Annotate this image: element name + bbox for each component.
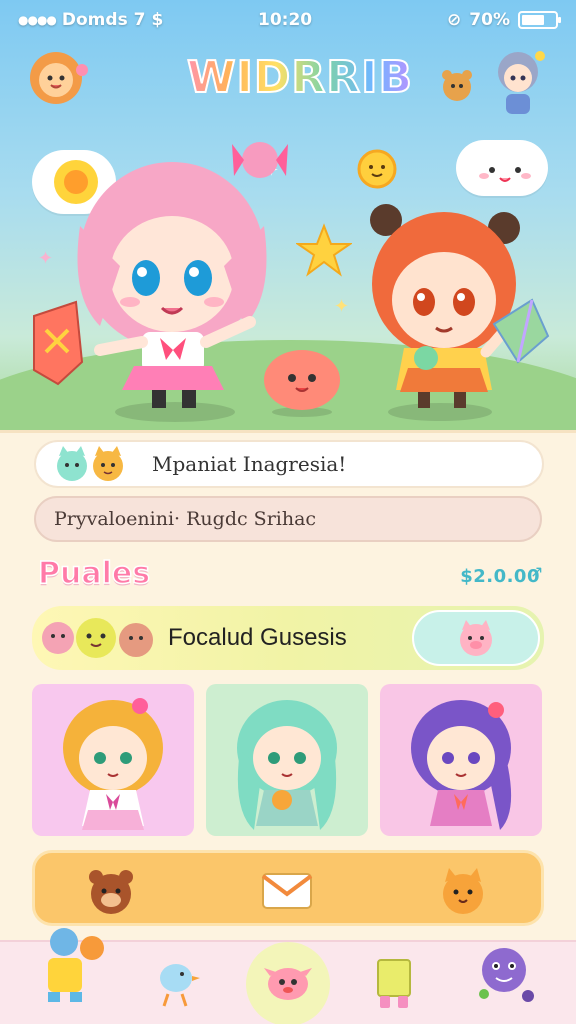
gem-shard-icon bbox=[492, 298, 550, 364]
battery-percent: 70% bbox=[469, 10, 510, 30]
character-card[interactable] bbox=[206, 684, 368, 836]
status-bar: ●●●● Domds 7 $ 10:20 ⊘ 70% bbox=[0, 0, 576, 40]
search-field[interactable]: Pryvaloenini· Rugdc Srihac bbox=[34, 496, 542, 542]
location-icon: ⊘ bbox=[447, 10, 462, 30]
purple-hair-girl-character bbox=[411, 700, 512, 830]
featured-action-button[interactable] bbox=[412, 610, 540, 666]
carrier-label: Domds 7 bbox=[61, 10, 146, 30]
critter-group-icon bbox=[42, 618, 153, 658]
star-icon bbox=[296, 223, 352, 277]
bear-cub-icon bbox=[442, 70, 472, 101]
smiling-cloud-icon bbox=[479, 167, 531, 182]
featured-label: Focalud Gusesis bbox=[168, 624, 347, 651]
sparkle-icon: ✦ bbox=[38, 248, 54, 269]
mint-hair-girl-character bbox=[237, 700, 337, 830]
currency-icon: $ bbox=[151, 10, 164, 30]
action-cat-button[interactable] bbox=[433, 861, 493, 921]
signal-icon: ●●●● bbox=[18, 13, 57, 27]
logo-text: WIDRRIB bbox=[180, 51, 420, 112]
tab-bird[interactable] bbox=[138, 944, 214, 1020]
action-bear-button[interactable] bbox=[81, 861, 141, 921]
announcement-banner[interactable]: Mpaniat Inagresia! bbox=[34, 440, 544, 488]
lion-mascot-icon bbox=[30, 52, 88, 104]
arrow-icon: ↗ bbox=[530, 562, 544, 581]
action-mail-button[interactable] bbox=[257, 861, 317, 921]
mail-envelope-icon bbox=[261, 873, 313, 909]
pink-hair-girl-character[interactable] bbox=[60, 136, 290, 426]
bird-icon bbox=[160, 964, 200, 1007]
price-label: $2.0.00 bbox=[460, 566, 540, 587]
character-card[interactable] bbox=[32, 684, 194, 836]
tab-monster[interactable] bbox=[470, 936, 546, 1012]
section-title: Puales bbox=[37, 555, 151, 592]
fluffy-creature-icon bbox=[264, 350, 340, 417]
pig-icon bbox=[460, 620, 492, 656]
pet-creature-icon bbox=[264, 968, 312, 1000]
flag-icon bbox=[33, 300, 84, 386]
sparkle-icon: ✦ bbox=[334, 296, 350, 317]
bear-face-icon bbox=[89, 870, 133, 914]
featured-row[interactable]: Focalud Gusesis bbox=[32, 606, 544, 670]
battery-icon bbox=[518, 11, 561, 29]
character-card[interactable] bbox=[380, 684, 542, 836]
blonde-girl-character bbox=[63, 698, 163, 830]
chibi-boy-icon bbox=[498, 51, 545, 114]
battery-fill bbox=[522, 15, 545, 25]
action-bar bbox=[32, 850, 544, 926]
tab-home[interactable] bbox=[34, 926, 110, 1002]
banner-text: Mpaniat Inagresia! bbox=[152, 452, 347, 476]
tab-pet[interactable] bbox=[250, 944, 326, 1020]
gift-box-icon bbox=[377, 959, 411, 1008]
monster-icon bbox=[479, 948, 534, 1002]
cat-face-icon bbox=[443, 868, 483, 914]
tab-gift[interactable] bbox=[356, 944, 432, 1020]
sun-face-icon bbox=[357, 149, 397, 189]
game-logo: WIDRRIB bbox=[172, 48, 428, 118]
hero-scene: ✦ ✦ ✦ WIDRRIB bbox=[0, 0, 576, 432]
search-text: Pryvaloenini· Rugdc Srihac bbox=[54, 508, 317, 530]
character-home-icon bbox=[48, 928, 104, 1002]
clock: 10:20 bbox=[258, 10, 313, 30]
cat-pair-icon bbox=[57, 446, 123, 481]
